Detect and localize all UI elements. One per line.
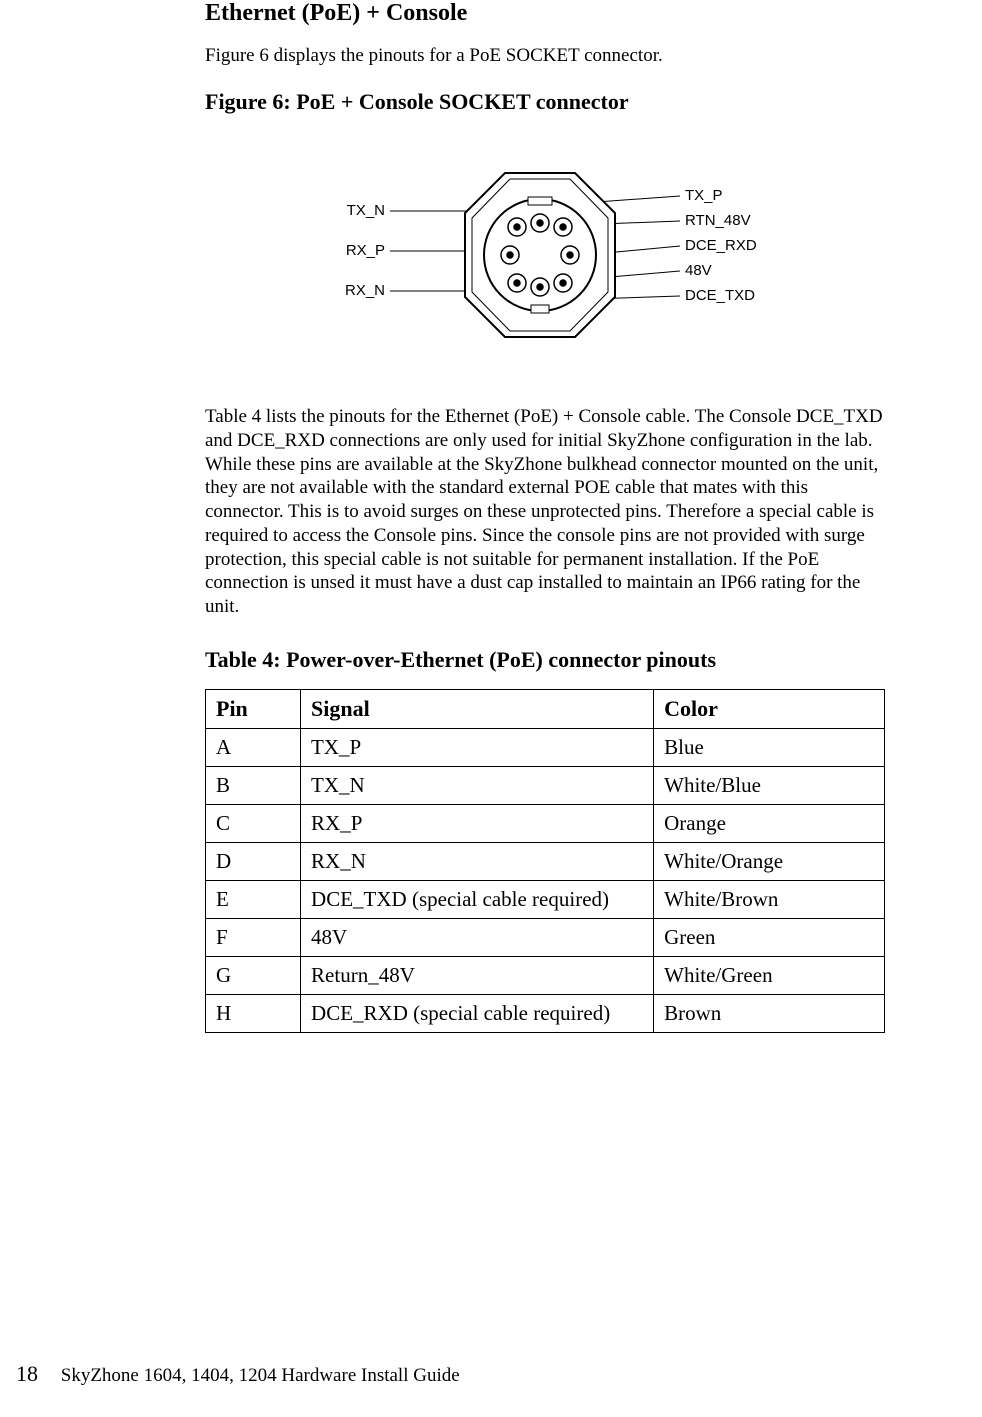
label-tx-n: TX_N: [347, 202, 385, 219]
label-48v: 48V: [685, 262, 712, 279]
cell-color: White/Blue: [654, 766, 885, 804]
cell-color: White/Green: [654, 956, 885, 994]
intro-paragraph: Figure 6 displays the pinouts for a PoE …: [205, 45, 885, 67]
table-row: A TX_P Blue: [206, 728, 885, 766]
table-row: B TX_N White/Blue: [206, 766, 885, 804]
table-header-row: Pin Signal Color: [206, 689, 885, 728]
connector-diagram: TX_N RX_P RX_N TX_P RTN_48V DCE_RXD 48V …: [205, 145, 885, 381]
table-title: Table 4: Power-over-Ethernet (PoE) conne…: [205, 647, 885, 673]
table-row: G Return_48V White/Green: [206, 956, 885, 994]
label-dce-txd: DCE_TXD: [685, 287, 755, 304]
cell-color: White/Brown: [654, 880, 885, 918]
section-title: Ethernet (PoE) + Console: [205, 0, 885, 27]
cell-pin: F: [206, 918, 301, 956]
figure-title: Figure 6: PoE + Console SOCKET connector: [205, 89, 885, 115]
cell-pin: B: [206, 766, 301, 804]
cell-signal: Return_48V: [301, 956, 654, 994]
table-row: E DCE_TXD (special cable required) White…: [206, 880, 885, 918]
label-rx-p: RX_P: [346, 242, 385, 259]
cell-color: White/Orange: [654, 842, 885, 880]
label-tx-p: TX_P: [685, 187, 723, 204]
body-paragraph: Table 4 lists the pinouts for the Ethern…: [205, 405, 885, 619]
header-color: Color: [654, 689, 885, 728]
table-row: F 48V Green: [206, 918, 885, 956]
cell-color: Blue: [654, 728, 885, 766]
cell-color: Orange: [654, 804, 885, 842]
cell-pin: E: [206, 880, 301, 918]
cell-pin: D: [206, 842, 301, 880]
table-row: H DCE_RXD (special cable required) Brown: [206, 994, 885, 1032]
cell-color: Green: [654, 918, 885, 956]
cell-pin: C: [206, 804, 301, 842]
cell-pin: G: [206, 956, 301, 994]
doc-title: SkyZhone 1604, 1404, 1204 Hardware Insta…: [61, 1365, 460, 1386]
label-dce-rxd: DCE_RXD: [685, 237, 757, 254]
cell-signal: TX_N: [301, 766, 654, 804]
label-rtn-48v: RTN_48V: [685, 212, 751, 229]
cell-signal: RX_N: [301, 842, 654, 880]
label-rx-n: RX_N: [345, 282, 385, 299]
cell-signal: DCE_RXD (special cable required): [301, 994, 654, 1032]
table-row: D RX_N White/Orange: [206, 842, 885, 880]
cell-pin: A: [206, 728, 301, 766]
page-footer: 18 SkyZhone 1604, 1404, 1204 Hardware In…: [16, 1361, 460, 1387]
cell-pin: H: [206, 994, 301, 1032]
cell-signal: TX_P: [301, 728, 654, 766]
table-row: C RX_P Orange: [206, 804, 885, 842]
cell-signal: 48V: [301, 918, 654, 956]
cell-signal: DCE_TXD (special cable required): [301, 880, 654, 918]
header-signal: Signal: [301, 689, 654, 728]
cell-signal: RX_P: [301, 804, 654, 842]
cell-color: Brown: [654, 994, 885, 1032]
pinout-table: Pin Signal Color A TX_P Blue B TX_N Whit…: [205, 689, 885, 1033]
page-number: 18: [16, 1361, 38, 1386]
header-pin: Pin: [206, 689, 301, 728]
